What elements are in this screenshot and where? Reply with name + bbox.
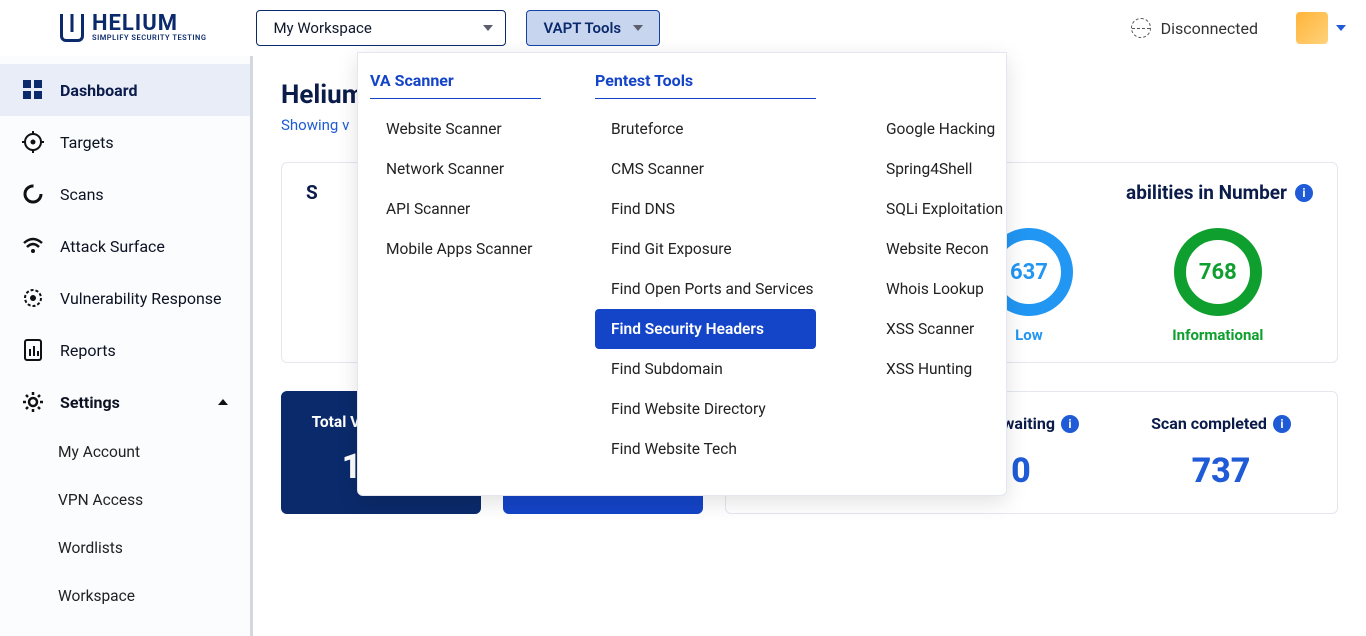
logo[interactable]: HELIUM SIMPLIFY SECURITY TESTING bbox=[60, 14, 206, 42]
mega-item-find-dns[interactable]: Find DNS bbox=[595, 189, 816, 229]
donut-info-value: 768 bbox=[1174, 228, 1262, 316]
mega-item-network-scanner[interactable]: Network Scanner bbox=[370, 149, 541, 189]
workspace-selected: My Workspace bbox=[273, 19, 371, 37]
workspace-select[interactable]: My Workspace bbox=[256, 10, 506, 46]
chevron-down-icon bbox=[1336, 25, 1346, 31]
scan-icon bbox=[22, 183, 44, 205]
scan-completed-label: Scan completed bbox=[1151, 414, 1267, 433]
sidebar-sub-label: My Account bbox=[58, 443, 140, 461]
mega-item-find-security-headers[interactable]: Find Security Headers bbox=[595, 309, 816, 349]
sidebar-item-label: Dashboard bbox=[60, 81, 137, 100]
sidebar-sub-workspace[interactable]: Workspace bbox=[0, 572, 250, 620]
sidebar-sub-wordlists[interactable]: Wordlists bbox=[0, 524, 250, 572]
sidebar-item-label: Targets bbox=[60, 133, 114, 152]
mega-head-blank bbox=[870, 71, 1011, 99]
sidebar-item-dashboard[interactable]: Dashboard bbox=[0, 64, 250, 116]
topbar: HELIUM SIMPLIFY SECURITY TESTING My Work… bbox=[0, 0, 1366, 56]
logo-shield-icon bbox=[60, 14, 84, 42]
mega-col-pt3: Google HackingSpring4ShellSQLi Exploitat… bbox=[858, 71, 1023, 469]
sidebar-item-label: Reports bbox=[60, 341, 116, 360]
mega-item-website-scanner[interactable]: Website Scanner bbox=[370, 109, 541, 149]
sidebar-item-label: Scans bbox=[60, 185, 104, 204]
mega-item-bruteforce[interactable]: Bruteforce bbox=[595, 109, 816, 149]
mega-item-sqli-exploitation[interactable]: SQLi Exploitation bbox=[870, 189, 1011, 229]
chevron-down-icon bbox=[633, 25, 643, 31]
donut-informational: 768 Informational bbox=[1172, 228, 1263, 344]
mega-item-mobile-apps-scanner[interactable]: Mobile Apps Scanner bbox=[370, 229, 541, 269]
donut-info-label: Informational bbox=[1172, 326, 1263, 344]
vapt-mega-menu: VA Scanner Website ScannerNetwork Scanne… bbox=[357, 52, 1007, 496]
gear-icon bbox=[22, 391, 44, 413]
bug-icon bbox=[22, 287, 44, 309]
sidebar-item-label: Attack Surface bbox=[60, 237, 165, 256]
sidebar-item-label: Vulnerability Response bbox=[60, 289, 222, 308]
mega-item-xss-hunting[interactable]: XSS Hunting bbox=[870, 349, 1011, 389]
vapt-tools-button[interactable]: VAPT Tools bbox=[526, 10, 660, 46]
sidebar-item-scans[interactable]: Scans bbox=[0, 168, 250, 220]
connection-status: Disconnected bbox=[1131, 18, 1258, 38]
mega-item-cms-scanner[interactable]: CMS Scanner bbox=[595, 149, 816, 189]
mega-item-find-website-directory[interactable]: Find Website Directory bbox=[595, 389, 816, 429]
sidebar-item-settings[interactable]: Settings bbox=[0, 376, 250, 428]
mega-item-find-subdomain[interactable]: Find Subdomain bbox=[595, 349, 816, 389]
tools-btn-label: VAPT Tools bbox=[543, 19, 621, 37]
mega-head-va: VA Scanner bbox=[370, 71, 541, 99]
mega-item-find-open-ports-and-services[interactable]: Find Open Ports and Services bbox=[595, 269, 816, 309]
mega-item-website-recon[interactable]: Website Recon bbox=[870, 229, 1011, 269]
sidebar-item-targets[interactable]: Targets bbox=[0, 116, 250, 168]
mega-item-spring4shell[interactable]: Spring4Shell bbox=[870, 149, 1011, 189]
chevron-down-icon bbox=[483, 25, 493, 31]
report-icon bbox=[22, 339, 44, 361]
mega-item-whois-lookup[interactable]: Whois Lookup bbox=[870, 269, 1011, 309]
logo-tagline: SIMPLIFY SECURITY TESTING bbox=[92, 35, 206, 41]
mega-head-pt: Pentest Tools bbox=[595, 71, 816, 99]
wifi-icon bbox=[22, 235, 44, 257]
globe-icon bbox=[1131, 18, 1151, 38]
sidebar-sub-label: VPN Access bbox=[58, 491, 143, 509]
vuln-card-title: abilities in Number bbox=[1126, 181, 1287, 204]
mega-item-xss-scanner[interactable]: XSS Scanner bbox=[870, 309, 1011, 349]
sidebar-sub-vpn-access[interactable]: VPN Access bbox=[0, 476, 250, 524]
sidebar-sub-my-account[interactable]: My Account bbox=[0, 428, 250, 476]
sidebar-sub-label: Workspace bbox=[58, 587, 135, 605]
info-icon[interactable]: i bbox=[1061, 415, 1079, 433]
mega-col-va: VA Scanner Website ScannerNetwork Scanne… bbox=[358, 71, 553, 469]
dashboard-icon bbox=[22, 79, 44, 101]
mega-item-find-website-tech[interactable]: Find Website Tech bbox=[595, 429, 816, 469]
sidebar-item-attack-surface[interactable]: Attack Surface bbox=[0, 220, 250, 272]
target-icon bbox=[22, 131, 44, 153]
mega-item-google-hacking[interactable]: Google Hacking bbox=[870, 109, 1011, 149]
sidebar-item-vuln-response[interactable]: Vulnerability Response bbox=[0, 272, 250, 324]
connection-status-text: Disconnected bbox=[1161, 19, 1258, 38]
severity-card-title: S bbox=[306, 181, 318, 204]
scan-completed-value: 737 bbox=[1151, 451, 1291, 491]
chevron-up-icon bbox=[218, 399, 228, 405]
info-icon[interactable]: i bbox=[1295, 184, 1313, 202]
sidebar: Dashboard Targets Scans Attack Surface V… bbox=[0, 56, 250, 636]
mega-item-api-scanner[interactable]: API Scanner bbox=[370, 189, 541, 229]
mega-item-find-git-exposure[interactable]: Find Git Exposure bbox=[595, 229, 816, 269]
sidebar-item-reports[interactable]: Reports bbox=[0, 324, 250, 376]
user-menu[interactable] bbox=[1296, 12, 1346, 44]
avatar bbox=[1296, 12, 1328, 44]
sidebar-sub-label: Wordlists bbox=[58, 539, 123, 557]
scan-completed: Scan completed i 737 bbox=[1151, 414, 1291, 491]
mega-col-pt2: Pentest Tools BruteforceCMS ScannerFind … bbox=[583, 71, 828, 469]
sidebar-item-label: Settings bbox=[60, 393, 120, 412]
info-icon[interactable]: i bbox=[1273, 415, 1291, 433]
